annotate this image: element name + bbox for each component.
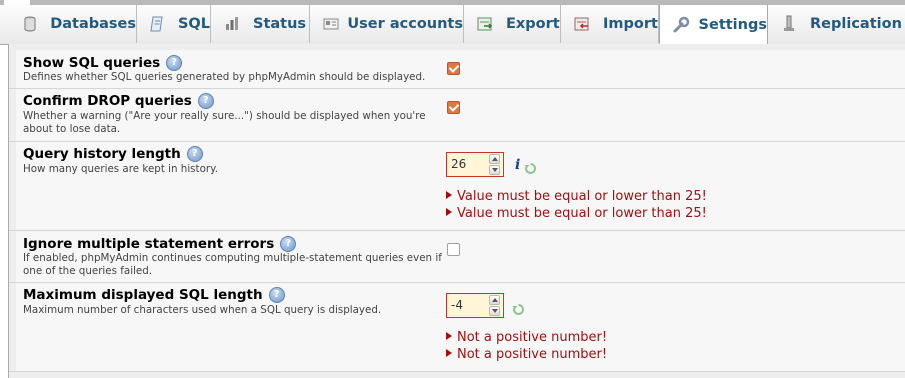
tab-label: User accounts [347,16,463,32]
tab-label: Status [253,16,307,32]
confirm-drop-checkbox[interactable] [447,101,460,114]
validation-error: Not a positive number! [446,347,607,362]
database-icon [21,15,38,33]
number-spinner[interactable] [489,295,501,316]
tab-status[interactable]: Status [211,5,310,43]
spin-up-button[interactable] [489,295,500,305]
tab-label: Databases [50,16,136,32]
setting-description: Maximum number of characters used when a… [23,304,382,316]
status-icon [223,15,241,33]
validation-error: Not a positive number! [446,330,607,345]
validation-error: Value must be equal or lower than 25! [446,189,707,204]
setting-label: Ignore multiple statement errors? [23,236,297,252]
tab-sql[interactable]: SQL [137,5,211,43]
setting-label: Query history length? [23,146,203,162]
sql-icon [149,15,166,33]
setting-row-max-sql-length: Maximum displayed SQL length? Maximum nu… [9,283,905,372]
replication-icon [780,15,798,33]
tab-export[interactable]: Export [464,5,561,43]
import-icon [573,15,591,33]
restore-default-icon[interactable] [524,160,537,174]
export-icon [476,15,494,33]
tab-label: Import [603,16,658,32]
setting-row-confirm-drop: Confirm DROP queries? Whether a warning … [9,89,905,142]
error-bullet-icon [446,332,452,340]
tab-settings[interactable]: Settings [659,5,768,44]
setting-description: If enabled, phpMyAdmin continues computi… [23,252,442,277]
tab-user-accounts[interactable]: User accounts [310,5,464,43]
tab-label: Export [506,16,560,32]
setting-label: Maximum displayed SQL length? [23,287,285,303]
setting-description: Defines whether SQL queries generated by… [23,71,426,83]
spin-down-button[interactable] [489,165,500,175]
spin-up-button[interactable] [489,154,500,164]
number-spinner[interactable] [489,154,501,175]
user-accounts-icon [322,15,339,33]
tab-import[interactable]: Import [561,5,659,43]
tab-label: Settings [698,16,767,33]
error-bullet-icon [446,349,452,357]
tab-label: Replication [810,16,902,32]
wrench-icon [672,16,690,34]
error-bullet-icon [446,208,452,216]
tab-label: SQL [177,16,210,32]
help-icon[interactable]: ? [197,93,214,109]
max-sql-length-input[interactable]: -4 [446,293,504,318]
setting-label: Confirm DROP queries? [23,93,214,109]
main-tab-bar: Databases SQL Status User accounts Expor… [0,0,905,45]
setting-row-ignore-errors: Ignore multiple statement errors? If ena… [9,231,905,283]
show-sql-checkbox[interactable] [447,62,460,75]
ignore-errors-checkbox[interactable] [447,243,460,256]
setting-description: Whether a warning ("Are your really sure… [23,110,426,135]
help-icon[interactable]: ? [166,55,183,71]
tab-replication[interactable]: Replication [768,5,905,43]
setting-row-query-history: Query history length? How many queries a… [9,142,905,231]
setting-label: Show SQL queries? [23,55,183,71]
setting-row-show-sql: Show SQL queries? Defines whether SQL qu… [9,50,905,89]
tab-databases[interactable]: Databases [9,5,137,43]
info-icon[interactable]: i [515,157,520,173]
help-icon[interactable]: ? [186,146,203,162]
help-icon[interactable]: ? [268,287,285,303]
query-history-input[interactable]: 26 [446,152,504,177]
setting-description: How many queries are kept in history. [23,163,219,175]
help-icon[interactable]: ? [280,236,297,252]
spin-down-button[interactable] [489,306,500,316]
restore-default-icon[interactable] [512,301,525,315]
validation-error: Value must be equal or lower than 25! [446,206,707,221]
error-bullet-icon [446,191,452,199]
